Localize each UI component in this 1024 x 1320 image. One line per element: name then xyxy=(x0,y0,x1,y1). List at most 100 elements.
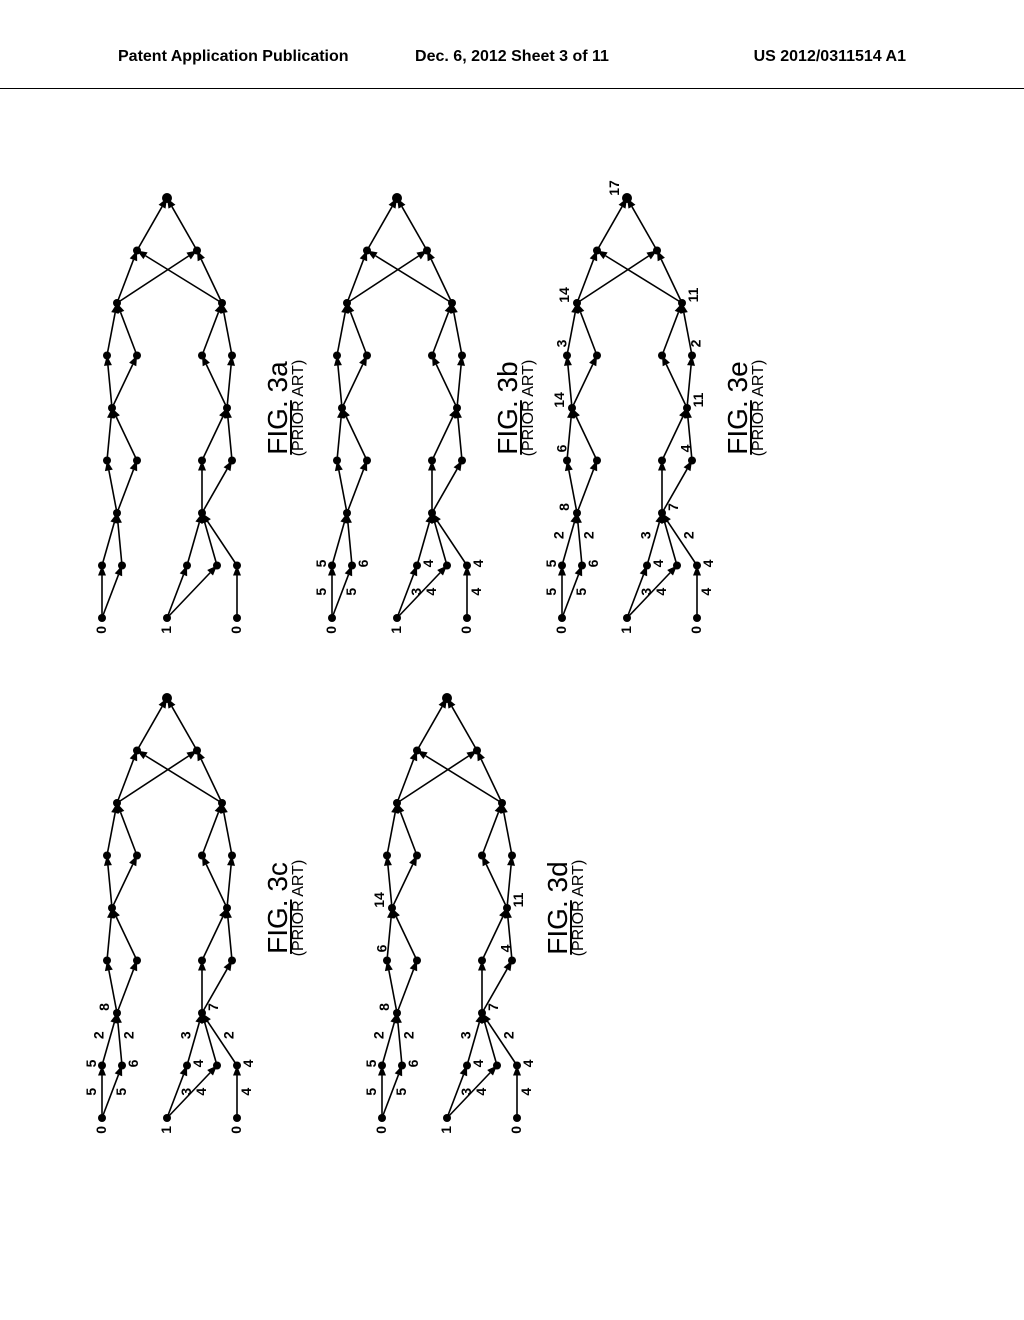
svg-text:2: 2 xyxy=(221,1031,237,1039)
svg-text:2: 2 xyxy=(551,531,567,539)
svg-text:0: 0 xyxy=(228,626,244,634)
caption-num: 3c xyxy=(262,862,293,892)
svg-text:4: 4 xyxy=(238,1088,254,1096)
caption-num: 3d xyxy=(542,861,573,892)
svg-text:2: 2 xyxy=(401,1031,417,1039)
header-left: Patent Application Publication xyxy=(118,48,349,66)
figure-3d: 010564455344223287641411 FIG. 3d (PRIOR … xyxy=(352,678,588,1138)
page-header: Patent Application Publication Dec. 6, 2… xyxy=(0,48,1024,89)
svg-text:5: 5 xyxy=(543,588,559,596)
svg-text:6: 6 xyxy=(374,944,390,952)
svg-text:2: 2 xyxy=(501,1031,517,1039)
svg-text:4: 4 xyxy=(193,1088,209,1096)
svg-text:5: 5 xyxy=(313,588,329,596)
caption-prefix: FIG. xyxy=(262,400,293,454)
figure-3b: 010564455344 FIG. 3b (PRIOR ART) xyxy=(302,178,538,638)
svg-text:4: 4 xyxy=(420,559,436,567)
svg-text:2: 2 xyxy=(681,531,697,539)
caption-num: 3a xyxy=(262,361,293,392)
svg-text:2: 2 xyxy=(371,1031,387,1039)
svg-text:6: 6 xyxy=(355,559,371,567)
svg-text:5: 5 xyxy=(393,1088,409,1096)
svg-text:2: 2 xyxy=(121,1031,137,1039)
svg-text:3: 3 xyxy=(554,339,570,347)
svg-text:3: 3 xyxy=(638,588,654,596)
svg-text:4: 4 xyxy=(518,1088,534,1096)
svg-text:3: 3 xyxy=(638,531,654,539)
svg-text:5: 5 xyxy=(83,1088,99,1096)
svg-text:0: 0 xyxy=(228,1126,244,1134)
svg-text:0: 0 xyxy=(93,1126,109,1134)
caption-prefix: FIG. xyxy=(722,400,753,454)
svg-text:6: 6 xyxy=(554,444,570,452)
svg-text:4: 4 xyxy=(700,559,716,567)
caption-num: 3e xyxy=(722,361,753,392)
svg-text:3: 3 xyxy=(178,1031,194,1039)
caption-num: 3b xyxy=(492,361,523,392)
caption-prefix: FIG. xyxy=(262,899,293,953)
svg-text:17: 17 xyxy=(606,180,622,196)
svg-text:7: 7 xyxy=(485,1003,501,1011)
svg-text:0: 0 xyxy=(93,626,109,634)
svg-text:4: 4 xyxy=(650,559,666,567)
svg-text:5: 5 xyxy=(83,1059,99,1067)
svg-text:5: 5 xyxy=(313,559,329,567)
svg-text:8: 8 xyxy=(376,1003,392,1011)
prior-3d: (PRIOR ART) xyxy=(570,678,588,1138)
svg-text:8: 8 xyxy=(556,503,572,511)
svg-text:7: 7 xyxy=(205,1003,221,1011)
svg-text:0: 0 xyxy=(458,626,474,634)
tree-3b-svg: 010564455344 xyxy=(302,178,492,638)
svg-text:1: 1 xyxy=(618,626,634,634)
figure-3e: 01056445534422328764141132171411 FIG. 3e… xyxy=(532,178,768,638)
svg-text:4: 4 xyxy=(473,1088,489,1096)
svg-text:6: 6 xyxy=(585,559,601,567)
svg-text:14: 14 xyxy=(556,287,572,303)
svg-text:4: 4 xyxy=(520,1059,536,1067)
svg-text:4: 4 xyxy=(468,588,484,596)
svg-text:5: 5 xyxy=(543,559,559,567)
svg-text:4: 4 xyxy=(653,588,669,596)
svg-text:6: 6 xyxy=(125,1059,141,1067)
svg-text:0: 0 xyxy=(688,626,704,634)
svg-text:14: 14 xyxy=(371,892,387,908)
svg-text:2: 2 xyxy=(91,1031,107,1039)
svg-text:11: 11 xyxy=(510,892,526,907)
figure-stage: 010 FIG. 3a (PRIOR ART) 010564455344 FIG… xyxy=(110,160,914,1180)
svg-text:3: 3 xyxy=(458,1088,474,1096)
caption-prefix: FIG. xyxy=(492,400,523,454)
svg-text:3: 3 xyxy=(178,1088,194,1096)
svg-text:5: 5 xyxy=(113,1088,129,1096)
svg-text:0: 0 xyxy=(508,1126,524,1134)
svg-text:4: 4 xyxy=(698,588,714,596)
caption-prefix: FIG. xyxy=(542,900,573,954)
tree-3c-svg: 010564455344223287 xyxy=(72,678,262,1138)
svg-text:1: 1 xyxy=(158,1126,174,1134)
svg-text:2: 2 xyxy=(688,339,704,347)
svg-text:4: 4 xyxy=(678,444,694,452)
svg-text:5: 5 xyxy=(363,1059,379,1067)
svg-text:0: 0 xyxy=(373,1126,389,1134)
svg-text:3: 3 xyxy=(458,1031,474,1039)
prior-3e: (PRIOR ART) xyxy=(750,178,768,638)
svg-text:4: 4 xyxy=(470,559,486,567)
figure-3c: 010564455344223287 FIG. 3c (PRIOR ART) xyxy=(72,678,308,1138)
tree-3d-svg: 010564455344223287641411 xyxy=(352,678,542,1138)
header-right: US 2012/0311514 A1 xyxy=(754,48,906,66)
svg-text:2: 2 xyxy=(581,531,597,539)
tree-3e-svg: 01056445534422328764141132171411 xyxy=(532,178,722,638)
svg-text:5: 5 xyxy=(573,588,589,596)
svg-text:11: 11 xyxy=(690,392,706,407)
svg-text:4: 4 xyxy=(498,944,514,952)
svg-text:0: 0 xyxy=(553,626,569,634)
svg-text:4: 4 xyxy=(470,1059,486,1067)
svg-text:11: 11 xyxy=(685,287,701,302)
svg-text:8: 8 xyxy=(96,1003,112,1011)
svg-text:14: 14 xyxy=(551,392,567,408)
figure-3a: 010 FIG. 3a (PRIOR ART) xyxy=(72,178,308,638)
svg-text:0: 0 xyxy=(323,626,339,634)
svg-text:7: 7 xyxy=(665,503,681,511)
svg-text:4: 4 xyxy=(423,588,439,596)
svg-text:4: 4 xyxy=(190,1059,206,1067)
svg-text:6: 6 xyxy=(405,1059,421,1067)
